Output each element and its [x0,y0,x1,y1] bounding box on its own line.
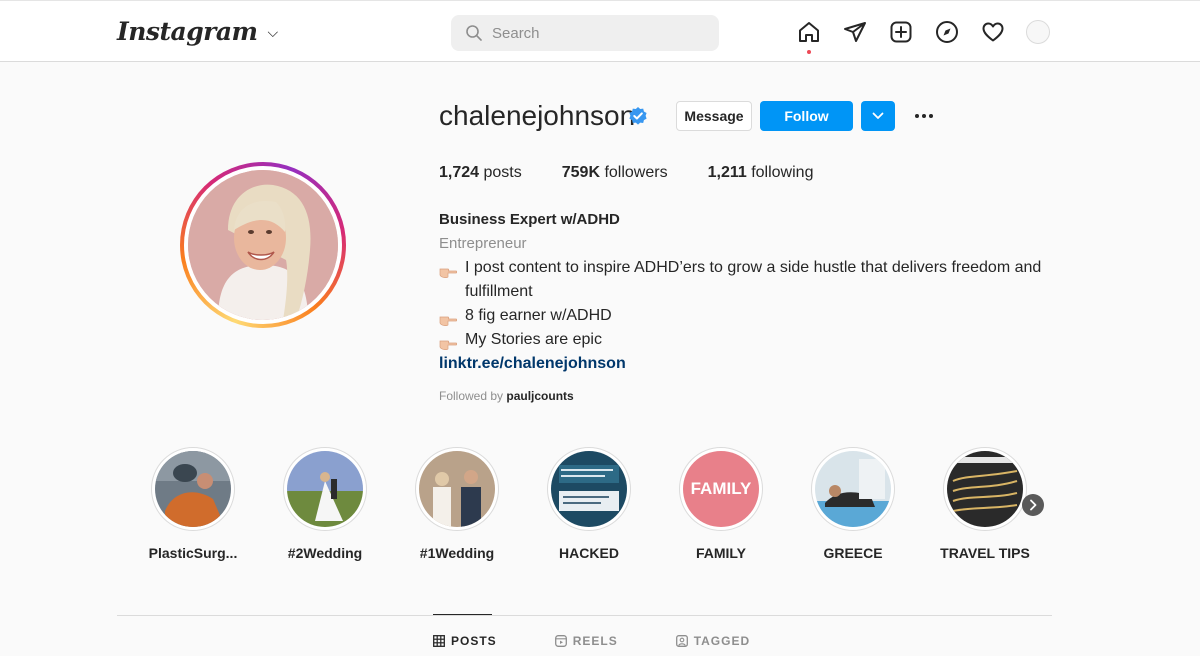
followed-by-prefix: Followed by [439,389,504,403]
bio-line-1: I post content to inspire ADHD’ers to gr… [439,256,1059,304]
highlight-item[interactable]: GREECE [811,447,895,561]
followers-label[interactable]: followers [604,164,667,181]
highlight-item[interactable]: #1Wedding [415,447,499,561]
highlight-item[interactable]: TRAVEL TIPS [940,447,1030,561]
bio-line-2: 8 fig earner w/ADHD [439,304,1059,328]
followers-count[interactable]: 759K [562,164,600,181]
highlight-ring[interactable]: FAMILY [679,447,763,531]
verified-badge-icon [628,106,648,131]
active-tab-indicator [433,614,492,615]
bio-line-3: My Stories are epic [439,328,1059,352]
logo-text[interactable]: Instagram [117,17,258,46]
bio-text: 8 fig earner w/ADHD [465,307,612,324]
posts-stat: 1,724 posts [439,164,522,182]
reels-icon [554,635,567,647]
user-avatar[interactable] [1026,20,1050,44]
nav-icons [796,19,1050,54]
highlight-item[interactable]: PlasticSurg... [149,447,237,561]
notification-dot [807,50,811,54]
tab-label[interactable]: POSTS [451,634,497,648]
chevron-down-icon [872,112,884,119]
highlight-item[interactable]: FAMILY FAMILY [679,447,763,561]
profile-username: chalenejohnson [439,100,636,131]
highlight-label[interactable]: #1Wedding [407,545,507,561]
followers-stat[interactable]: 759K followers [562,164,668,182]
followed-by[interactable]: Followed by pauljcounts [439,384,1059,408]
highlight-label[interactable]: PlasticSurg... [143,545,243,561]
home-icon[interactable] [796,19,822,54]
profile-avatar-ring[interactable] [180,162,346,328]
profile-photo[interactable] [188,170,338,320]
highlights-next-button[interactable] [1022,494,1044,516]
suggested-accounts-button[interactable] [861,101,895,131]
highlight-cover[interactable] [551,451,627,527]
dot [915,114,919,118]
highlight-cover[interactable] [815,451,891,527]
avatar-border [184,166,342,324]
highlight-item[interactable]: HACKED [547,447,631,561]
highlight-ring[interactable] [811,447,895,531]
highlight-ring[interactable] [151,447,235,531]
posts-count: 1,724 [439,164,480,181]
bio-text: My Stories are epic [465,331,602,348]
top-nav: Instagram ⌵ [0,0,1200,62]
highlight-ring[interactable] [943,447,1027,531]
tab-posts[interactable]: POSTS [433,634,497,648]
highlight-cover[interactable]: FAMILY [683,451,759,527]
following-label[interactable]: following [751,164,813,181]
grid-icon [433,635,445,647]
bio-link[interactable]: linktr.ee/chalenejohnson [439,355,626,372]
bio-text: I post content to inspire ADHD’ers to gr… [465,259,1042,300]
chevron-down-icon[interactable]: ⌵ [268,25,279,41]
follow-button[interactable]: Follow [760,101,853,131]
highlight-ring[interactable] [415,447,499,531]
explore-icon[interactable] [934,19,960,45]
pointing-hand-icon [439,262,458,278]
highlight-ring[interactable] [547,447,631,531]
bio-name: Business Expert w/ADHD [439,211,620,228]
followed-by-user[interactable]: pauljcounts [506,389,573,403]
dot [922,114,926,118]
profile-stats: 1,724 posts 759K followers 1,211 followi… [439,164,853,182]
pointing-hand-icon [439,334,458,350]
new-post-icon[interactable] [888,19,914,45]
tabs-divider [117,615,1052,616]
activity-icon[interactable] [980,19,1006,45]
highlight-label[interactable]: GREECE [803,545,903,561]
dot [929,114,933,118]
bio-category: Entrepreneur [439,235,527,252]
highlight-cover[interactable] [155,451,231,527]
highlight-label[interactable]: FAMILY [671,545,771,561]
more-options-icon[interactable] [912,105,936,127]
following-count[interactable]: 1,211 [708,164,747,181]
highlight-label[interactable]: TRAVEL TIPS [935,545,1035,561]
chevron-right-icon [1030,499,1037,511]
search-box[interactable] [451,15,719,51]
posts-label: posts [483,164,522,181]
highlight-item[interactable]: #2Wedding [283,447,367,561]
highlight-cover[interactable] [947,451,1023,527]
tab-label[interactable]: REELS [573,634,618,648]
profile-bio: Business Expert w/ADHD Entrepreneur I po… [439,208,1059,408]
highlight-label[interactable]: #2Wedding [275,545,375,561]
highlight-label[interactable]: HACKED [539,545,639,561]
message-button[interactable]: Message [676,101,752,131]
profile-tabs: POSTS REELS TAGGED [433,634,750,648]
tab-reels[interactable]: REELS [554,634,618,648]
tagged-icon [675,635,688,647]
pointing-hand-icon [439,310,458,326]
following-stat[interactable]: 1,211 following [708,164,814,182]
tab-tagged[interactable]: TAGGED [675,634,750,648]
highlight-ring[interactable] [283,447,367,531]
story-highlights: PlasticSurg... #2Wedding #1Wedding HACKE… [149,447,1030,561]
highlight-cover[interactable] [287,451,363,527]
search-input[interactable] [492,24,712,42]
instagram-logo[interactable]: Instagram ⌵ [117,17,278,46]
highlight-cover[interactable] [419,451,495,527]
direct-icon[interactable] [842,19,868,45]
tab-label[interactable]: TAGGED [694,634,750,648]
search-icon [466,25,482,41]
highlight-cover-text: FAMILY [690,479,752,498]
